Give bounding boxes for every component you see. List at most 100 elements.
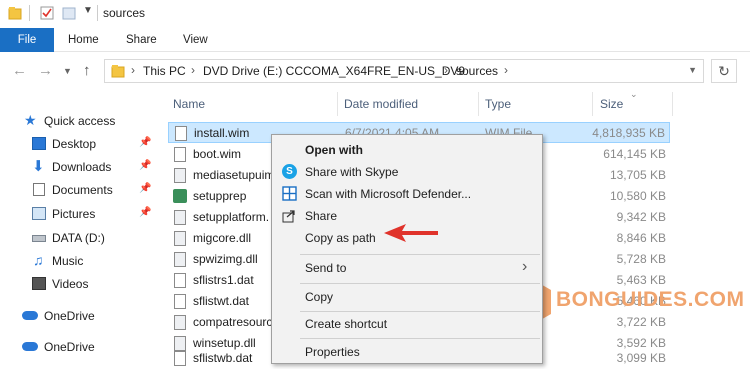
file-icon — [174, 294, 186, 309]
file-name: setupprep — [193, 189, 247, 203]
file-icon — [174, 351, 186, 366]
file-name: sflistwb.dat — [193, 351, 253, 365]
cloud-icon — [22, 342, 38, 351]
sidebar-item-label: Pictures — [52, 207, 96, 221]
navigation-pane: ★ Quick access Desktop 📌 ⬇ Downloads 📌 D… — [0, 100, 160, 367]
sidebar-item-onedrive[interactable]: OneDrive — [0, 336, 160, 358]
tab-view[interactable]: View — [183, 28, 208, 52]
tab-share[interactable]: Share — [126, 28, 157, 52]
forward-arrow-icon[interactable]: → — [38, 62, 53, 79]
window-title: sources — [103, 6, 146, 20]
file-name: compatresourc — [193, 315, 273, 329]
sidebar-item-videos[interactable]: Videos — [0, 273, 160, 295]
download-icon: ⬇ — [32, 158, 45, 175]
up-arrow-icon[interactable]: ↑ — [83, 62, 91, 79]
file-size: 8,846 KB — [616, 231, 666, 245]
breadcrumb-dvd-drive[interactable]: DVD Drive (E:) CCCOMA_X64FRE_EN-US_DV9 — [203, 64, 465, 78]
file-size: 5,728 KB — [616, 252, 666, 266]
pin-icon[interactable]: 📌 — [139, 207, 151, 218]
file-name: setupplatform. — [193, 210, 270, 224]
pin-icon[interactable]: 📌 — [139, 137, 151, 148]
dll-file-icon — [174, 231, 186, 246]
sidebar-item-label: Documents — [52, 183, 113, 197]
menu-item-label: Send to — [305, 261, 347, 275]
videos-icon — [32, 277, 46, 290]
sidebar-item-quick-access[interactable]: ★ Quick access — [0, 110, 160, 132]
share-icon — [282, 208, 297, 223]
new-folder-icon[interactable] — [62, 6, 76, 20]
breadcrumb-this-pc[interactable]: This PC — [143, 64, 186, 78]
file-name: migcore.dll — [193, 231, 252, 245]
dll-file-icon — [174, 252, 186, 267]
menu-item-share-with-skype[interactable]: S Share with Skype — [272, 161, 542, 183]
tab-home[interactable]: Home — [68, 28, 99, 52]
sidebar-item-pictures[interactable]: Pictures 📌 — [0, 203, 160, 225]
chevron-right-icon[interactable]: › — [191, 63, 195, 77]
file-size: 3,099 KB — [616, 351, 666, 365]
dll-file-icon — [174, 210, 186, 225]
menu-item-copy[interactable]: Copy — [272, 286, 542, 308]
chevron-right-icon[interactable]: › — [131, 63, 135, 77]
recent-locations-icon[interactable]: ▼ — [63, 66, 72, 76]
menu-item-label: Scan with Microsoft Defender... — [305, 187, 472, 201]
file-name: sflistwt.dat — [193, 294, 250, 308]
folder-icon — [111, 64, 125, 81]
file-size: 13,705 KB — [609, 168, 666, 182]
file-name: spwizimg.dll — [193, 252, 258, 266]
menu-item-create-shortcut[interactable]: Create shortcut — [272, 313, 542, 335]
column-header-date[interactable]: Date modified — [344, 97, 418, 111]
file-size: 9,342 KB — [616, 210, 666, 224]
drive-icon — [32, 235, 46, 242]
sidebar-item-onedrive[interactable]: OneDrive — [0, 305, 160, 327]
column-divider[interactable] — [337, 92, 338, 116]
sidebar-item-documents[interactable]: Documents 📌 — [0, 179, 160, 201]
sidebar-item-downloads[interactable]: ⬇ Downloads 📌 — [0, 156, 160, 178]
setup-exe-icon — [173, 189, 187, 203]
menu-item-label: Copy as path — [305, 231, 376, 245]
sidebar-item-label: Music — [52, 254, 84, 268]
address-bar[interactable]: › This PC › DVD Drive (E:) CCCOMA_X64FRE… — [104, 59, 704, 83]
documents-icon — [33, 183, 45, 196]
defender-shield-icon — [282, 186, 297, 201]
tab-file[interactable]: File — [0, 28, 54, 52]
file-name: mediasetupuim — [193, 168, 275, 182]
file-size: 614,145 KB — [603, 147, 666, 161]
menu-item-scan-defender[interactable]: Scan with Microsoft Defender... — [272, 183, 542, 205]
column-divider[interactable] — [478, 92, 479, 116]
pictures-icon — [32, 207, 46, 220]
menu-item-open-with[interactable]: Open with — [272, 139, 542, 161]
back-arrow-icon[interactable]: ← — [12, 62, 27, 79]
address-dropdown-icon[interactable]: ▼ — [688, 65, 697, 75]
customize-toolbar-icon[interactable]: ▼ — [83, 5, 93, 16]
column-header-type[interactable]: Type — [485, 97, 511, 111]
file-size: 10,580 KB — [609, 189, 666, 203]
sidebar-item-music[interactable]: ♫ Music — [0, 250, 160, 272]
sidebar-item-label: Videos — [52, 277, 89, 291]
sidebar-item-desktop[interactable]: Desktop 📌 — [0, 133, 160, 155]
skype-icon: S — [282, 164, 297, 179]
folder-icon — [8, 6, 22, 20]
file-icon — [175, 126, 187, 141]
refresh-button[interactable]: ↻ — [711, 59, 737, 83]
chevron-right-icon[interactable]: › — [504, 63, 508, 77]
menu-separator — [300, 338, 540, 339]
breadcrumb-sources[interactable]: sources — [456, 64, 498, 78]
star-icon: ★ — [24, 112, 37, 128]
menu-item-properties[interactable]: Properties — [272, 341, 542, 363]
pin-icon[interactable]: 📌 — [139, 160, 151, 171]
menu-item-send-to[interactable]: Send to › — [272, 257, 542, 279]
divider — [97, 5, 98, 21]
desktop-icon — [32, 137, 46, 150]
chevron-right-icon: › — [522, 258, 528, 275]
properties-icon[interactable] — [40, 6, 54, 20]
column-divider[interactable] — [672, 92, 673, 116]
column-divider[interactable] — [592, 92, 593, 116]
music-icon: ♫ — [33, 252, 44, 268]
cloud-icon — [22, 311, 38, 320]
column-header-size[interactable]: Size — [600, 97, 623, 111]
chevron-right-icon[interactable]: › — [444, 63, 448, 77]
pin-icon[interactable]: 📌 — [139, 183, 151, 194]
sidebar-item-data-drive[interactable]: DATA (D:) — [0, 227, 160, 249]
column-header-name[interactable]: Name — [173, 97, 205, 111]
menu-separator — [300, 283, 540, 284]
